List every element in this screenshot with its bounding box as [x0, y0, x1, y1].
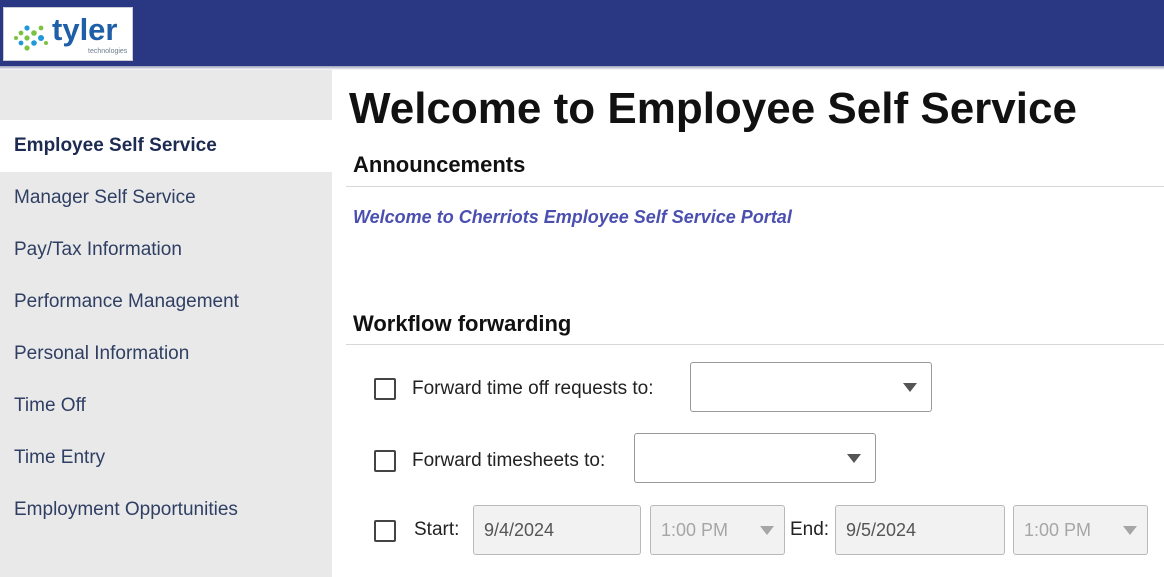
sidebar-nav: Employee Self Service Manager Self Servi…: [0, 70, 332, 577]
tyler-dots-icon: [14, 25, 48, 51]
end-time-select[interactable]: 1:00 PM: [1013, 505, 1148, 555]
chevron-down-icon: [1123, 526, 1137, 535]
brand-name: tyler: [52, 12, 118, 47]
sidebar-item-time-entry[interactable]: Time Entry: [0, 432, 332, 484]
workflow-heading: Workflow forwarding: [353, 311, 572, 336]
announcement-message: Welcome to Cherriots Employee Self Servi…: [353, 207, 792, 227]
page-title: Welcome to Employee Self Service: [349, 84, 1077, 133]
top-banner: tyler technologies: [0, 0, 1164, 66]
workflow-divider: [346, 344, 1164, 345]
sidebar-item-employee-self-service[interactable]: Employee Self Service: [0, 120, 332, 172]
chevron-down-icon: [760, 526, 774, 535]
chevron-down-icon: [847, 454, 861, 463]
end-date-input[interactable]: 9/5/2024: [835, 505, 1005, 555]
brand-subtitle: technologies: [88, 48, 128, 55]
forward-timesheets-label: Forward timesheets to:: [412, 450, 606, 471]
start-date-input[interactable]: 9/4/2024: [473, 505, 641, 555]
sidebar-item-time-off[interactable]: Time Off: [0, 380, 332, 432]
forward-time-off-label: Forward time off requests to:: [412, 378, 654, 399]
start-label: Start:: [414, 519, 460, 540]
sidebar-item-performance-management[interactable]: Performance Management: [0, 276, 332, 328]
sidebar-item-personal-information[interactable]: Personal Information: [0, 328, 332, 380]
announcements-divider: [346, 186, 1164, 187]
forward-time-off-checkbox[interactable]: [374, 378, 396, 400]
forward-timesheets-checkbox[interactable]: [374, 450, 396, 472]
forward-timesheets-select[interactable]: [634, 433, 876, 483]
sidebar-item-pay-tax-information[interactable]: Pay/Tax Information: [0, 224, 332, 276]
sidebar-item-employment-opportunities[interactable]: Employment Opportunities: [0, 484, 332, 536]
tyler-logo[interactable]: tyler technologies: [3, 7, 133, 61]
main-content: Welcome to Employee Self Service Announc…: [332, 70, 1164, 577]
chevron-down-icon: [903, 383, 917, 392]
announcements-heading: Announcements: [353, 152, 526, 177]
start-time-select[interactable]: 1:00 PM: [650, 505, 785, 555]
forward-time-off-select[interactable]: [690, 362, 932, 412]
start-time-value: 1:00 PM: [661, 520, 729, 540]
end-time-value: 1:00 PM: [1024, 520, 1092, 540]
end-label: End:: [790, 519, 830, 540]
sidebar-item-manager-self-service[interactable]: Manager Self Service: [0, 172, 332, 224]
date-range-checkbox[interactable]: [374, 520, 396, 542]
